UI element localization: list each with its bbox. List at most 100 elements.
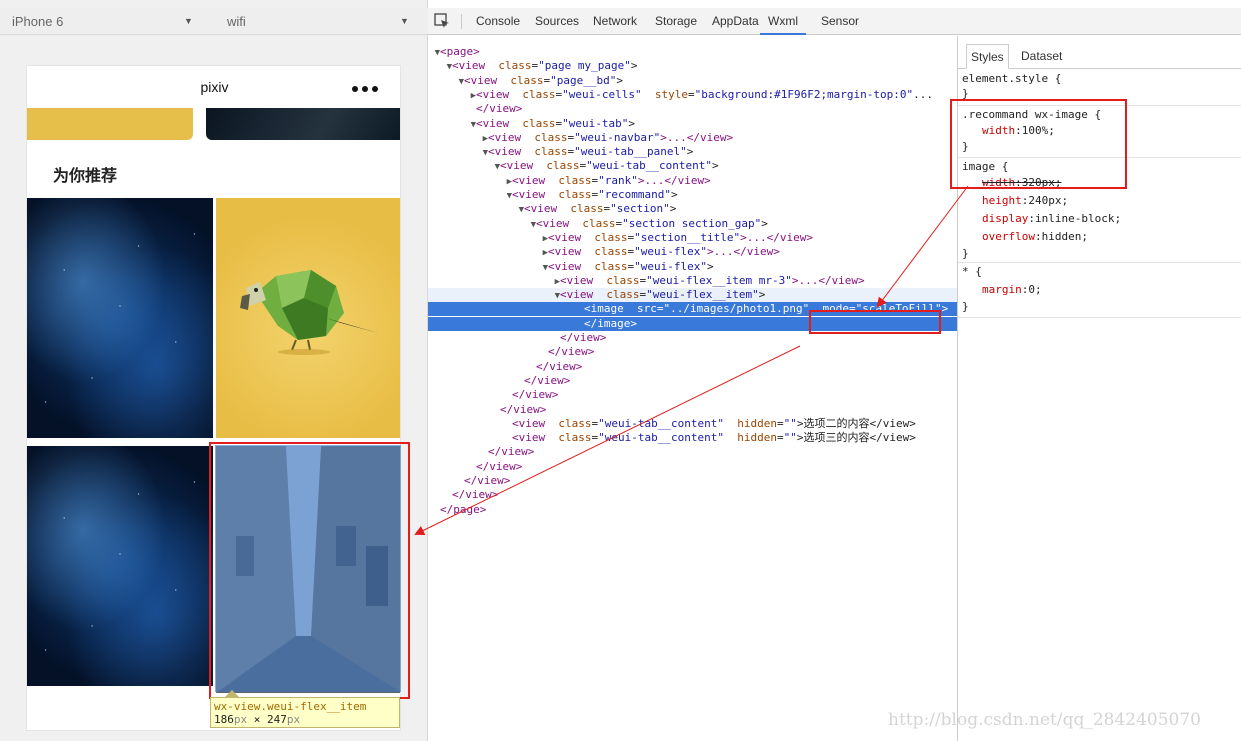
rule-selector: element.style { — [962, 72, 1062, 85]
device-select[interactable]: iPhone 6 ▼ — [12, 8, 202, 35]
tab-appdata[interactable]: AppData — [712, 8, 759, 35]
tag-name: <view — [452, 59, 486, 73]
wxml-node[interactable]: ▼<view class="weui-tab__panel"> — [428, 145, 957, 159]
tab-styles[interactable]: Styles — [966, 44, 1009, 69]
attribute-value: "weui-navbar" — [574, 130, 661, 144]
tab-storage[interactable]: Storage — [655, 8, 697, 35]
tag-tail: >选项二的内容</view> — [796, 416, 916, 430]
photo-space-1[interactable] — [27, 198, 213, 438]
photo-bird[interactable] — [216, 198, 400, 438]
attribute-name: class — [594, 230, 628, 244]
attribute-name: class — [558, 431, 592, 445]
tooltip-height: 247 — [267, 713, 287, 726]
wxml-node[interactable]: ▶<view class="weui-flex__item mr-3">...<… — [428, 274, 957, 288]
wxml-node[interactable]: ▼<view class="weui-flex"> — [428, 260, 957, 274]
wxml-node[interactable]: ▼<view class="weui-tab__content"> — [428, 159, 957, 173]
rule-declaration[interactable]: height:240px; — [982, 192, 1068, 210]
tab-dataset[interactable]: Dataset — [1021, 44, 1062, 69]
wxml-node[interactable]: </view> — [428, 445, 957, 459]
tab-sources[interactable]: Sources — [535, 8, 579, 35]
attribute-value: "weui-flex__item" — [646, 288, 759, 302]
tag-name: <view — [524, 202, 558, 216]
tag-name: </view> — [524, 373, 571, 387]
wxml-node[interactable]: ▼<page> — [428, 45, 957, 59]
rule-declaration[interactable]: margin:0; — [982, 281, 1042, 299]
wxml-node[interactable]: </page> — [428, 503, 957, 517]
attribute-name: class — [522, 87, 556, 101]
wxml-node[interactable]: ▶<view class="rank">...</view> — [428, 174, 957, 188]
rule-close: } — [962, 247, 969, 260]
attribute-name: class — [606, 273, 640, 287]
wxml-node[interactable]: <view class="weui-tab__content" hidden="… — [428, 417, 957, 431]
tooltip-tag: wx-view.weui-flex__item — [214, 700, 367, 713]
indent: ▼ — [428, 217, 536, 232]
wxml-node[interactable]: ▶<view class="weui-flex">...</view> — [428, 245, 957, 259]
attribute-value: "weui-flex__item mr-3" — [646, 273, 792, 287]
tag-name: </view> — [476, 102, 523, 116]
navigation-bar: pixiv — [27, 66, 400, 108]
tag-name: </view> — [452, 488, 499, 502]
wxml-node[interactable]: </view> — [428, 403, 957, 417]
tab-wxml[interactable]: Wxml — [760, 8, 806, 35]
tag-tail: > — [630, 59, 638, 73]
attribute-name: class — [522, 116, 556, 130]
wxml-node[interactable]: </view> — [428, 388, 957, 402]
banner-image-yellow[interactable] — [27, 108, 193, 140]
tooltip-width: 186 — [214, 713, 234, 726]
attribute-value: "section section_gap" — [622, 216, 762, 230]
wxml-node[interactable]: ▼<view class="page my_page"> — [428, 59, 957, 73]
wxml-node[interactable]: </view> — [428, 345, 957, 359]
wxml-node[interactable]: </view> — [428, 102, 957, 116]
indent: ▶ — [428, 274, 560, 289]
wxml-node[interactable]: ▼<view class="section"> — [428, 202, 957, 216]
rule-declaration[interactable]: display:inline-block; — [982, 210, 1121, 228]
network-select[interactable]: wifi ▼ — [227, 8, 412, 35]
wxml-node[interactable]: </view> — [428, 360, 957, 374]
wxml-node[interactable]: </view> — [428, 488, 957, 502]
indent: ▼ — [428, 74, 464, 89]
attribute-value: "weui-tab" — [562, 116, 629, 130]
chevron-down-icon: ▼ — [400, 16, 409, 26]
tag-tail: >...</view> — [637, 173, 711, 187]
attribute-value: "" — [783, 431, 797, 445]
wxml-node[interactable]: <view class="weui-tab__content" hidden="… — [428, 431, 957, 445]
tag-name: </view> — [560, 331, 607, 344]
photo-space-2[interactable] — [27, 446, 213, 686]
tag-name: <view — [512, 431, 546, 445]
wxml-tree: ▼<page> ▼<view class="page my_page"> ▼<vie… — [428, 36, 957, 741]
annotation-box-image — [209, 442, 410, 699]
rule-declaration[interactable]: overflow:hidden; — [982, 228, 1088, 246]
tag-name: </view> — [476, 459, 523, 473]
attribute-name: class — [558, 173, 592, 187]
attribute-value: "weui-tab__content" — [586, 159, 712, 173]
tab-sensor[interactable]: Sensor — [821, 8, 859, 35]
tag-tail: > — [761, 216, 768, 230]
wxml-node[interactable]: ▼<view class="section section_gap"> — [428, 217, 957, 231]
wxml-node[interactable]: ▼<view class="weui-tab"> — [428, 117, 957, 131]
tag-tail: > — [669, 202, 677, 216]
wxml-node[interactable]: </view> — [428, 460, 957, 474]
property-name: overflow — [982, 230, 1035, 243]
tab-separator — [461, 14, 462, 29]
attribute-name: style — [654, 87, 688, 101]
wxml-node[interactable]: </view> — [428, 374, 957, 388]
wxml-node[interactable]: ▶<view class="weui-navbar">...</view> — [428, 131, 957, 145]
wxml-node[interactable]: ▼<view class="recommand"> — [428, 188, 957, 202]
wxml-node[interactable]: ▼<view class="weui-flex__item"> — [428, 288, 957, 303]
tab-network[interactable]: Network — [593, 8, 637, 35]
attribute-name: src — [637, 302, 657, 316]
banner-image-dark[interactable] — [206, 108, 400, 140]
attribute-equals: = — [776, 431, 784, 445]
nav-title: pixiv — [200, 79, 229, 95]
inspect-element-icon[interactable] — [434, 13, 450, 29]
wxml-node[interactable]: ▶<view class="section__title">...</view> — [428, 231, 957, 245]
attribute-equals: = — [776, 416, 784, 430]
indent: ▶ — [428, 245, 548, 260]
tab-console[interactable]: Console — [476, 8, 520, 35]
more-options-icon[interactable] — [352, 81, 382, 92]
tag-tail: >...</view> — [706, 245, 780, 259]
wxml-node[interactable]: </view> — [428, 474, 957, 488]
attribute-value: "weui-flex" — [634, 245, 707, 259]
wxml-node[interactable]: ▶<view class="weui-cells" style="backgro… — [428, 88, 957, 102]
wxml-node[interactable]: ▼<view class="page__bd"> — [428, 74, 957, 88]
